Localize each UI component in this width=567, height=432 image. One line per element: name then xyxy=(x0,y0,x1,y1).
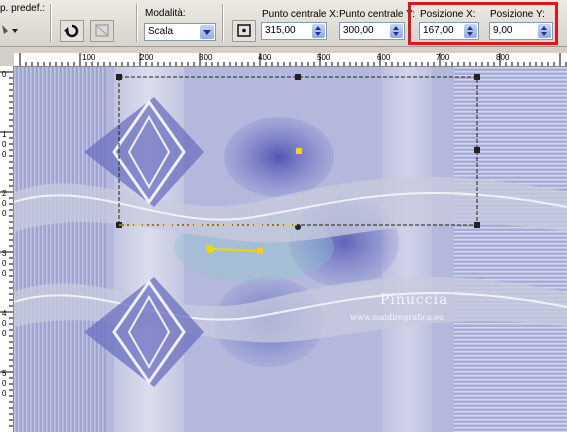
ruler-label: 5 xyxy=(2,369,7,378)
chevron-down-icon[interactable] xyxy=(200,25,214,39)
ruler-ticks xyxy=(19,53,567,66)
ruler-label: 400 xyxy=(258,53,272,62)
ruler-label: 0 xyxy=(2,319,7,328)
preset-icon xyxy=(2,25,18,34)
reset-button[interactable] xyxy=(60,20,84,42)
center-button[interactable] xyxy=(232,20,256,42)
ruler-label: 0 xyxy=(2,269,7,278)
ruler-label: 0 xyxy=(2,209,7,218)
image-canvas[interactable]: Pinuccia www.maidiregrafica.eu xyxy=(14,67,567,432)
mode-value: Scala xyxy=(148,26,174,37)
ruler-label: 100 xyxy=(82,53,96,62)
ruler-label: 0 xyxy=(2,150,7,159)
ruler-corner xyxy=(0,53,14,66)
ruler-label: 0 xyxy=(2,140,7,149)
vertical-ruler: 0 1 0 0 2 0 0 3 0 0 4 0 0 5 0 0 xyxy=(0,66,14,432)
ruler-label: 300 xyxy=(199,53,213,62)
deform-toolbar: p. predef.: Modalità: Scala Punto centra… xyxy=(0,0,567,47)
center-x-value: 315,00 xyxy=(265,25,296,36)
watermark-url: www.maidiregrafica.eu xyxy=(350,313,445,322)
ruler-label: 0 xyxy=(2,199,7,208)
spinner-arrows-icon[interactable] xyxy=(312,24,325,38)
ruler-label: 200 xyxy=(140,53,154,62)
center-x-field[interactable]: 315,00 xyxy=(261,22,327,40)
ruler-label: 4 xyxy=(2,309,7,318)
center-y-field[interactable]: 300,00 xyxy=(339,22,405,40)
ruler-label: 0 xyxy=(2,389,7,398)
ruler-label: 800 xyxy=(496,53,510,62)
apply-button[interactable] xyxy=(90,20,114,42)
watermark-text: Pinuccia xyxy=(380,292,449,308)
ruler-label: 0 xyxy=(2,70,7,79)
ruler-label: 600 xyxy=(377,53,391,62)
ruler-label: 2 xyxy=(2,189,7,198)
ruler-label: 0 xyxy=(2,259,7,268)
ruler-label: 700 xyxy=(436,53,450,62)
ruler-label: 500 xyxy=(317,53,331,62)
toolbar-separator xyxy=(50,4,51,42)
spinner-arrows-icon[interactable] xyxy=(390,24,403,38)
preset-dropdown[interactable] xyxy=(0,22,22,38)
center-x-label: Punto centrale X: xyxy=(262,9,339,20)
ruler-label: 3 xyxy=(2,249,7,258)
preset-label: p. predef.: xyxy=(0,3,46,14)
mode-select[interactable]: Scala xyxy=(144,23,216,41)
ruler-label: 1 xyxy=(2,130,7,139)
center-point-icon xyxy=(237,24,251,37)
horizontal-ruler: 100 200 300 400 500 600 700 800 xyxy=(14,53,567,67)
mode-label: Modalità: xyxy=(145,8,186,19)
center-y-label: Punto centrale Y: xyxy=(339,9,415,20)
undo-arrow-icon xyxy=(64,24,79,38)
toolbar-separator xyxy=(136,4,137,42)
toolbar-separator xyxy=(222,4,223,42)
center-y-value: 300,00 xyxy=(343,25,374,36)
ruler-label: 0 xyxy=(2,329,7,338)
highlight-box xyxy=(408,2,558,45)
canvas-artwork xyxy=(14,67,567,432)
ruler-label: 0 xyxy=(2,379,7,388)
deform-icon xyxy=(95,24,109,37)
